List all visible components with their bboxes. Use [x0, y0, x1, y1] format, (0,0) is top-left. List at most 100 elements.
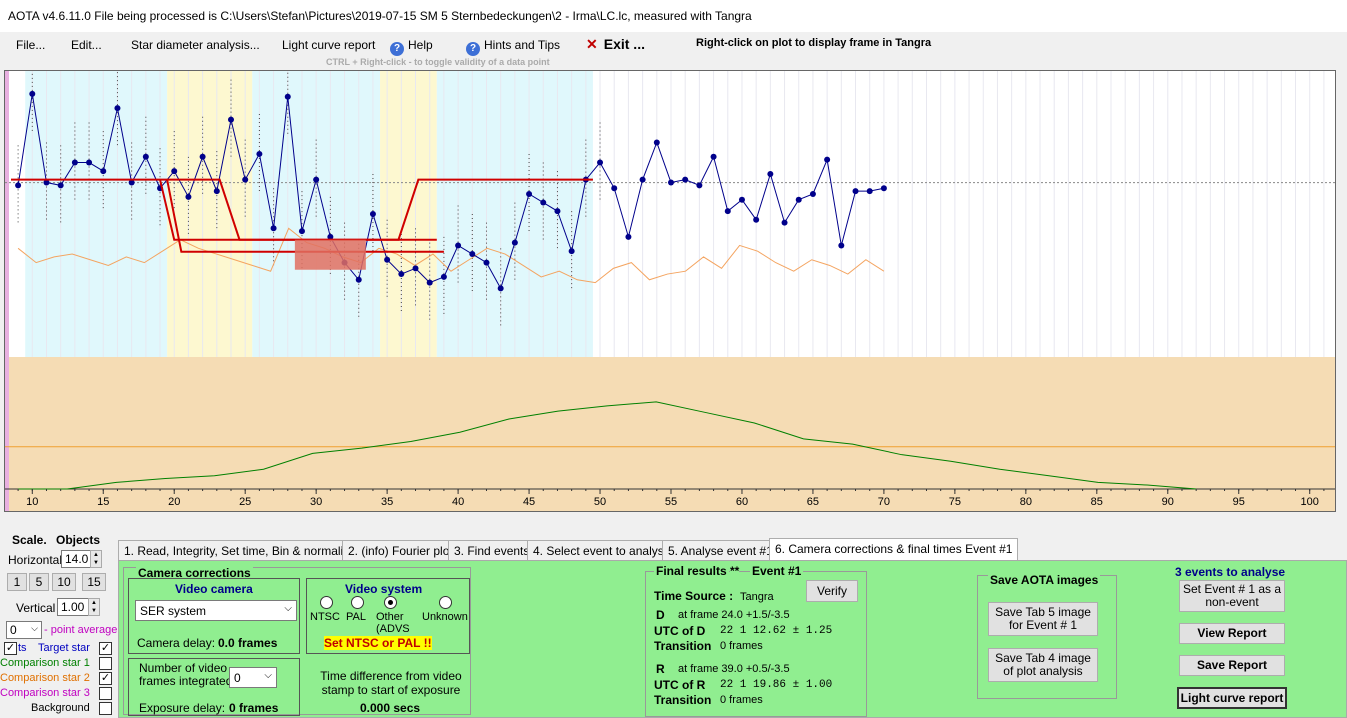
menu-bar: File... Edit... Star diameter analysis..… — [0, 32, 1347, 70]
horizontal-spinner[interactable]: ▲ ▼ — [90, 550, 102, 568]
scale-button-1[interactable]: 1 — [7, 573, 27, 591]
plot-left-marker — [5, 71, 9, 511]
scale-label: Scale. — [12, 533, 47, 547]
set-non-event-button[interactable]: Set Event # 1 as a non-event — [1179, 580, 1285, 612]
target-point — [554, 208, 561, 215]
time-source-value: Tangra — [740, 591, 774, 603]
comparison-star-1-checkbox[interactable] — [99, 657, 112, 670]
menu-star-diameter[interactable]: Star diameter analysis... — [131, 38, 260, 52]
target-star-checkbox[interactable]: ✓ — [99, 642, 112, 655]
time-diff-label: Time difference from video stamp to star… — [320, 669, 462, 697]
chevron-down-icon: ⌵ — [284, 603, 292, 614]
camera-select[interactable]: SER system ⌵ — [135, 600, 297, 621]
frames-integrated-select[interactable]: 0 ⌵ — [229, 667, 277, 688]
exposure-delay-value: 0 frames — [229, 701, 279, 715]
horizontal-label: Horizontal — [8, 553, 63, 567]
scale-button-10[interactable]: 10 — [52, 573, 76, 591]
x-tick-label: 50 — [594, 496, 606, 508]
target-point — [298, 228, 305, 235]
radio-ntsc[interactable] — [320, 596, 333, 609]
verify-button[interactable]: Verify — [806, 580, 858, 602]
video-system-warning: Set NTSC or PAL !! — [324, 636, 432, 650]
menu-exit[interactable]: ✕ Exit ... — [586, 36, 645, 53]
comparison-star-3-checkbox[interactable] — [99, 687, 112, 700]
save-tab5-button[interactable]: Save Tab 5 image for Event # 1 — [988, 602, 1098, 636]
radio-other-advs[interactable] — [384, 596, 397, 609]
target-point — [866, 188, 873, 195]
vertical-spinner[interactable]: ▲ ▼ — [88, 598, 100, 616]
video-camera-group: Video camera SER system ⌵ Camera delay: 0… — [128, 578, 300, 654]
tab-find-events[interactable]: 3. Find events — [448, 540, 536, 560]
scale-button-15[interactable]: 15 — [82, 573, 106, 591]
utc-r-label: UTC of R — [654, 678, 706, 692]
comparison-star-3-label: Comparison star 3 — [0, 687, 90, 699]
plot-band-yellow — [380, 71, 437, 357]
menu-hints[interactable]: ? Hints and Tips — [466, 38, 560, 56]
light-curve-plot[interactable]: 10 15 20 25 30 35 40 45 50 55 60 65 70 75 80 85 90 95 100 — [4, 70, 1336, 512]
save-images-title: Save AOTA images — [988, 573, 1101, 587]
x-tick-label: 55 — [665, 496, 677, 508]
plot-band-yellow — [167, 71, 253, 357]
target-point — [469, 251, 476, 258]
menu-edit[interactable]: Edit... — [71, 38, 102, 52]
target-point — [242, 176, 249, 183]
vertical-scale-input[interactable]: 1.00 — [57, 598, 89, 616]
target-point — [15, 182, 22, 189]
d-transition-value: 0 frames — [720, 640, 763, 652]
comparison-star-2-checkbox[interactable]: ✓ — [99, 672, 112, 685]
background-checkbox[interactable] — [99, 702, 112, 715]
menu-help[interactable]: ? Help — [390, 38, 433, 56]
save-report-button[interactable]: Save Report — [1179, 655, 1285, 676]
target-point — [653, 139, 660, 146]
point-average-select[interactable]: 0 ⌵ — [6, 621, 42, 639]
x-tick-label: 45 — [523, 496, 535, 508]
tab-camera-corrections[interactable]: 6. Camera corrections & final times Even… — [769, 538, 1019, 561]
target-point — [171, 168, 178, 175]
menu-hints-label: Hints and Tips — [484, 38, 561, 52]
x-tick-label: 95 — [1233, 496, 1245, 508]
target-point — [710, 153, 717, 160]
horizontal-scale-input[interactable]: 14.0 — [61, 550, 91, 568]
target-point — [639, 176, 646, 183]
target-point — [597, 159, 604, 166]
target-point — [284, 93, 291, 100]
scale-button-5[interactable]: 5 — [29, 573, 49, 591]
final-results-event: Event #1 — [750, 564, 804, 578]
target-point — [256, 150, 263, 157]
utc-r-value: 22 1 19.86 ± 1.00 — [720, 679, 833, 691]
view-report-button[interactable]: View Report — [1179, 623, 1285, 644]
target-point — [355, 276, 362, 283]
hint-ctrl-right-click: CTRL + Right-click - to toggle validity … — [326, 57, 550, 67]
target-point — [781, 219, 788, 226]
target-point — [483, 259, 490, 266]
target-point — [540, 199, 547, 206]
target-point — [696, 182, 703, 189]
save-tab4-button[interactable]: Save Tab 4 image of plot analysis — [988, 648, 1098, 682]
objects-label: Objects — [56, 533, 101, 547]
x-tick-label: 100 — [1301, 496, 1319, 508]
tab-fourier[interactable]: 2. (info) Fourier plot — [342, 540, 459, 560]
radio-pal[interactable] — [351, 596, 364, 609]
camera-corrections-panel: Camera corrections Video camera SER syst… — [118, 560, 1347, 718]
camera-corrections-group: Camera corrections Video camera SER syst… — [123, 566, 471, 716]
x-tick-label: 40 — [452, 496, 464, 508]
tab-read-integrity[interactable]: 1. Read, Integrity, Set time, Bin & norm… — [118, 540, 362, 560]
menu-exit-label: Exit ... — [603, 36, 645, 52]
tab-analyse-event[interactable]: 5. Analyse event #1 — [662, 540, 779, 560]
plot-canvas[interactable]: 10 15 20 25 30 35 40 45 50 55 60 65 70 75 80 85 90 95 100 — [5, 71, 1335, 511]
chevron-down-icon: ⌵ — [31, 623, 38, 633]
title-bar: AOTA v4.6.11.0 File being processed is C… — [0, 0, 1347, 32]
background-label: Background — [31, 702, 90, 714]
menu-light-curve-report[interactable]: Light curve report — [282, 38, 375, 52]
target-point — [426, 279, 433, 286]
target-point — [767, 170, 774, 177]
target-point — [568, 248, 575, 255]
menu-help-label: Help — [408, 38, 433, 52]
r-label: R — [656, 662, 665, 676]
window-title: AOTA v4.6.11.0 File being processed is C… — [8, 9, 752, 23]
light-curve-report-button[interactable]: Light curve report — [1177, 687, 1287, 709]
points-checkbox[interactable]: ✓ — [4, 642, 17, 655]
tab-select-event[interactable]: 4. Select event to analyse — [527, 540, 677, 560]
menu-file[interactable]: File... — [16, 38, 45, 52]
radio-unknown[interactable] — [439, 596, 452, 609]
